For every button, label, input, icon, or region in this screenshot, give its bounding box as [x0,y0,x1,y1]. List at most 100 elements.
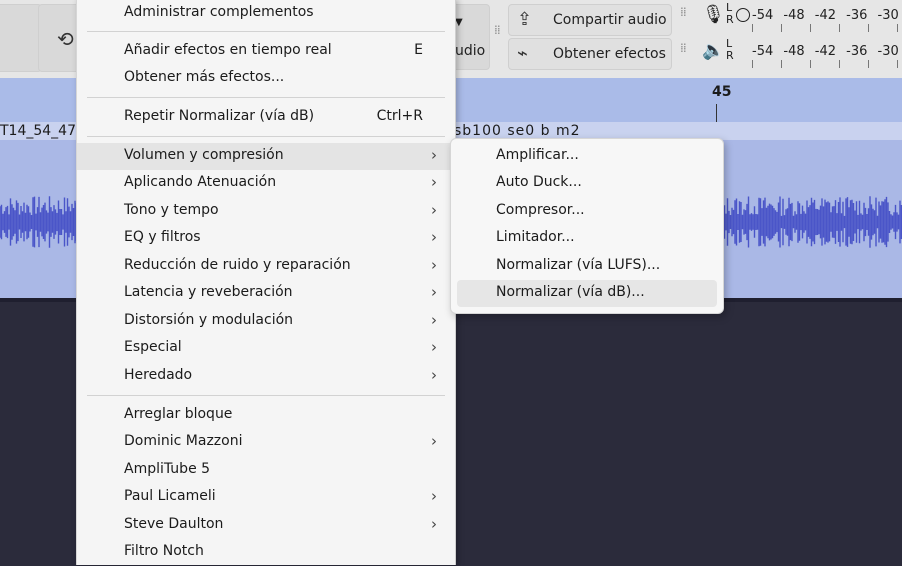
menu-item-label: Especial [124,339,182,355]
speaker-icon: 🔈 [702,40,725,61]
toolbar-grip-icon[interactable]: ⁞⁞ [494,24,504,36]
menu-item-label: Tono y tempo [124,202,219,218]
menu-item-obtener-mas-efectos[interactable]: Obtener más efectos... [77,65,455,92]
menu-item-label: AmpliTube 5 [124,461,211,477]
chevron-right-icon: › [431,432,437,450]
chevron-right-icon: › [431,228,437,246]
menu-item-shortcut: Ctrl+R [376,108,423,124]
chevron-right-icon: › [431,366,437,384]
submenu-item-label: Normalizar (vía LUFS)... [496,257,661,273]
menu-item-reduccion-ruido[interactable]: Reducción de ruido y reparación › [77,253,455,280]
submenu-item-normalizar-lufs[interactable]: Normalizar (vía LUFS)... [457,253,717,280]
meter-grip-icon[interactable]: ⁞⁞ [680,42,690,54]
menu-item-amplitube[interactable]: AmpliTube 5 [77,457,455,484]
menu-item-arreglar-bloque[interactable]: Arreglar bloque [77,402,455,429]
submenu-item-label: Amplificar... [496,147,579,163]
menu-item-heredado[interactable]: Heredado › [77,363,455,390]
share-audio-button[interactable]: ⇪ Compartir audio [508,4,672,36]
chevron-right-icon: › [431,515,437,533]
menu-separator [87,97,445,98]
waveform [0,196,80,248]
menu-separator [87,31,445,32]
menu-item-especial[interactable]: Especial › [77,335,455,362]
meter-grip-icon[interactable]: ⁞⁞ [680,6,690,18]
audio-setup-label: udio [455,43,486,59]
menu-item-repetir-normalizar[interactable]: Repetir Normalizar (vía dB) Ctrl+R [77,104,455,131]
submenu-item-amplificar[interactable]: Amplificar... [457,143,717,170]
get-effects-button[interactable]: ⌁ Obtener efectos [508,38,672,70]
share-audio-label: Compartir audio [553,12,667,28]
plug-icon: ⌁ [517,43,528,64]
menu-item-filtro-notch[interactable]: Filtro Notch [77,539,455,566]
meter-ticks [752,60,902,68]
get-effects-label: Obtener efectos [553,46,666,62]
effects-menu: Administrar complementos Añadir efectos … [76,0,456,565]
menu-item-label: Dominic Mazzoni [124,433,243,449]
menu-item-label: Obtener más efectos... [124,69,285,85]
menu-item-steve-daulton[interactable]: Steve Daulton › [77,512,455,539]
clip-name: sb100 se0 b m2 [454,123,581,139]
menu-item-aplicando-atenuacion[interactable]: Aplicando Atenuación › [77,170,455,197]
submenu-item-normalizar-db[interactable]: Normalizar (vía dB)... [457,280,717,307]
chevron-right-icon: › [431,338,437,356]
monitor-circle-icon[interactable] [736,8,750,22]
menu-item-label: Reducción de ruido y reparación [124,257,351,273]
loop-icon: ⟲ [57,27,74,51]
meter-channel-labels: LR [726,37,734,62]
menu-item-label: Filtro Notch [124,543,204,559]
ruler-label: 45 [712,84,732,100]
chevron-right-icon: › [431,487,437,505]
clip-name: T14_54_47 [0,123,76,139]
microphone-icon: 🎙 [702,4,725,25]
menu-item-anadir-efectos-tiempo-real[interactable]: Añadir efectos en tiempo real E [77,38,455,65]
meter-channel-labels: LR [726,1,734,26]
share-icon: ⇪ [517,9,533,30]
submenu-item-limitador[interactable]: Limitador... [457,225,717,252]
menu-item-dominic-mazzoni[interactable]: Dominic Mazzoni › [77,429,455,456]
menu-item-tono-tempo[interactable]: Tono y tempo › [77,198,455,225]
menu-item-label: Heredado [124,367,193,383]
chevron-right-icon: › [431,146,437,164]
ruler-tick [716,104,717,122]
menu-item-distorsion-modulacion[interactable]: Distorsión y modulación › [77,308,455,335]
loop-button[interactable]: ⟲ [38,4,80,72]
submenu-item-label: Normalizar (vía dB)... [496,284,645,300]
menu-item-label: Volumen y compresión [124,147,284,163]
chevron-right-icon: › [431,311,437,329]
submenu-item-label: Auto Duck... [496,174,582,190]
chevron-down-icon: ▼ [455,17,463,28]
meter-scale: -54 -48 -42 -36 -30 [752,8,899,23]
submenu-item-label: Limitador... [496,229,575,245]
recording-meter[interactable]: 🎙 LR -54 -48 -42 -36 -30 [698,2,902,32]
waveform [720,196,902,248]
meter-scale: -54 -48 -42 -36 -30 [752,44,899,59]
chevron-right-icon: › [431,173,437,191]
menu-item-label: Steve Daulton [124,516,224,532]
record-button[interactable] [0,4,42,72]
menu-item-shortcut: E [414,42,423,58]
chevron-right-icon: › [431,256,437,274]
menu-item-label: Paul Licameli [124,488,216,504]
menu-item-label: Aplicando Atenuación [124,174,277,190]
menu-item-label: EQ y filtros [124,229,201,245]
menu-item-label: Añadir efectos en tiempo real [124,42,332,58]
submenu-item-compresor[interactable]: Compresor... [457,198,717,225]
playback-meter[interactable]: 🔈 LR -54 -48 -42 -36 -30 [698,38,902,68]
menu-item-volumen-compresion[interactable]: Volumen y compresión › [77,143,455,170]
menu-item-label: Latencia y reveberación [124,284,293,300]
menu-separator [87,395,445,396]
meter-ticks [752,24,902,32]
volume-compression-submenu: Amplificar... Auto Duck... Compresor... … [450,138,724,314]
submenu-item-auto-duck[interactable]: Auto Duck... [457,170,717,197]
menu-item-paul-licameli[interactable]: Paul Licameli › [77,484,455,511]
menu-item-label: Arreglar bloque [124,406,233,422]
submenu-item-label: Compresor... [496,202,585,218]
menu-item-eq-filtros[interactable]: EQ y filtros › [77,225,455,252]
menu-item-label: Administrar complementos [124,4,314,20]
menu-separator [87,136,445,137]
chevron-right-icon: › [431,283,437,301]
menu-item-label: Distorsión y modulación [124,312,294,328]
menu-item-label: Repetir Normalizar (vía dB) [124,108,315,124]
menu-item-administrar-complementos[interactable]: Administrar complementos [77,0,455,27]
menu-item-latencia-reveberacion[interactable]: Latencia y reveberación › [77,280,455,307]
